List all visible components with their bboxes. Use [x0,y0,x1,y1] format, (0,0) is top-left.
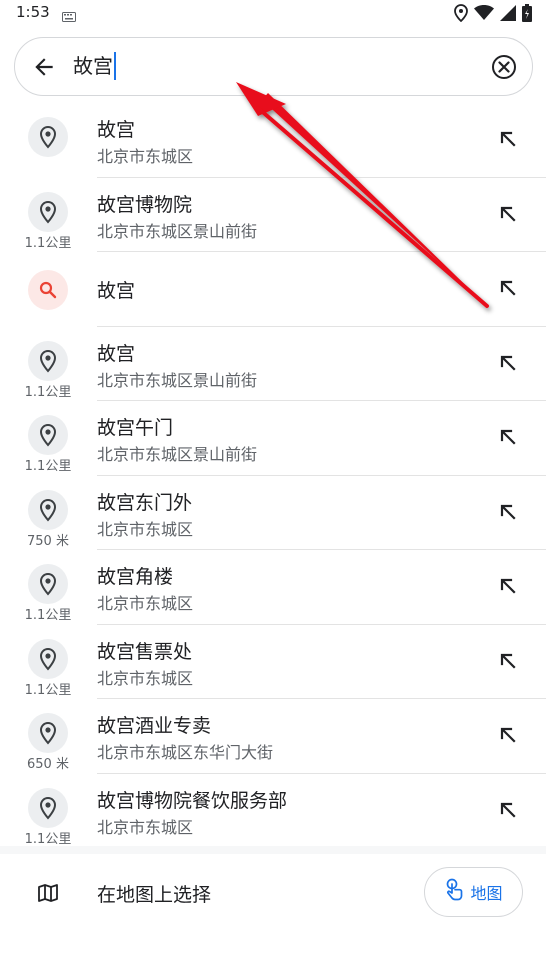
choose-on-map-row[interactable]: 在地图上选择 地图 [0,854,546,934]
suggestion-title: 故宫 [97,119,136,141]
suggestion-row[interactable]: 750 米 故宫东门外北京市东城区 [0,476,546,551]
suggestion-text: 故宫博物院餐饮服务部 北京市东城区 [97,774,546,849]
distance-label: 1.1公里 [24,608,72,623]
suggestion-text: 故宫博物院北京市东城区景山前街 [97,178,546,252]
suggestion-icon-column [0,252,96,327]
battery-charging-icon [522,4,532,26]
suggestion-icon-column [0,103,96,178]
suggestion-row[interactable]: 1.1公里 故宫北京市东城区景山前街 [0,327,546,402]
search-bar[interactable]: 故宫 [14,37,533,96]
fill-query-arrow-icon[interactable] [496,276,520,300]
place-pin-icon [28,638,68,679]
suggestion-row[interactable]: 1.1公里 故宫午门北京市东城区景山前街 [0,401,546,476]
status-time: 1:53 [16,3,50,21]
search-input[interactable]: 故宫 [73,51,116,81]
distance-label: 1.1公里 [24,384,72,400]
suggestion-row[interactable]: 故宫 [0,252,546,327]
suggestion-text: 故宫 北京市东城区 [97,103,546,178]
suggestion-address: 北京市东城区景山前街 [97,221,258,241]
suggestion-list: 故宫 北京市东城区 1.1公里 故宫博物院 北京市东城区景山前街 故宫 1.1公里 故宫 北京市… [0,103,546,848]
fill-query-arrow-icon[interactable] [496,798,520,822]
suggestion-address: 北京市东城区 [97,147,194,166]
distance-label: 650 米 [27,757,69,772]
suggestion-title: 故宫东门外 [97,491,193,514]
place-pin-icon [28,787,68,828]
suggestion-title: 故宫 [97,342,136,365]
suggestion-icon-column: 1.1公里 [0,178,96,253]
place-pin-icon [28,564,68,604]
suggestion-text: 故宫东门外北京市东城区 [97,476,546,550]
status-bar: 1:53 [0,0,546,26]
suggestion-text: 故宫北京市东城区景山前街 [97,327,546,401]
suggestion-address: 北京市东城区 [97,519,194,539]
fill-query-arrow-icon[interactable] [496,425,520,449]
distance-label: 1.1公里 [24,682,72,698]
suggestion-title: 故宫午门 [97,417,174,439]
keyboard-icon [62,7,76,26]
suggestion-icon-column: 1.1公里 [0,401,96,476]
suggestion-row[interactable]: 1.1公里 故宫博物院餐饮服务部 北京市东城区 [0,774,546,849]
fill-query-arrow-icon[interactable] [496,574,520,598]
place-pin-icon [28,489,68,530]
place-pin-icon [28,415,68,455]
fill-query-arrow-icon[interactable] [496,723,520,747]
place-pin-icon [28,713,68,753]
fill-query-arrow-icon[interactable] [496,202,520,226]
place-pin-icon [28,117,68,157]
suggestion-row[interactable]: 1.1公里 故宫博物院北京市东城区景山前街 [0,178,546,253]
suggestion-address: 北京市东城区景山前街 [97,370,258,390]
map-icon [36,881,60,905]
suggestion-row[interactable]: 故宫 北京市东城区 [0,103,546,178]
suggestion-address: 北京市东城区 [97,668,194,688]
text-caret [114,52,116,80]
arrow-back-icon[interactable] [31,54,57,80]
suggestion-address: 北京市东城区景山前街 [97,445,258,464]
distance-label: 1.1公里 [24,235,72,251]
location-icon [454,4,468,26]
suggestion-address: 北京市东城区东华门大街 [97,743,274,762]
suggestion-title: 故宫售票处 [97,640,193,663]
search-query: 故宫 [73,54,113,78]
suggestion-icon-column: 750 米 [0,476,96,551]
suggestion-text: 故宫午门北京市东城区景山前街 [97,401,546,476]
suggestion-row[interactable]: 1.1公里 故宫售票处北京市东城区 [0,625,546,700]
distance-label: 750 米 [27,533,69,549]
search-icon [28,270,68,310]
suggestion-icon-column: 650 米 [0,699,96,774]
touch-hand-icon [444,878,464,906]
distance-label: 1.1公里 [24,831,72,847]
suggestion-address: 北京市东城区 [97,594,194,613]
fill-query-arrow-icon[interactable] [496,351,520,375]
suggestion-text: 故宫 [97,252,546,327]
fill-query-arrow-icon[interactable] [496,500,520,524]
map-button[interactable]: 地图 [424,867,523,917]
suggestion-icon-column: 1.1公里 [0,327,96,402]
wifi-icon [474,5,494,25]
fill-query-arrow-icon[interactable] [496,649,520,673]
map-button-label: 地图 [470,884,503,903]
suggestion-title: 故宫角楼 [97,566,174,588]
suggestion-title: 故宫博物院 [97,193,193,216]
choose-on-map-label: 在地图上选择 [97,884,212,906]
distance-label: 1.1公里 [24,459,72,474]
clear-circle-icon[interactable] [490,53,518,81]
suggestion-text: 故宫售票处北京市东城区 [97,625,546,699]
suggestion-title: 故宫 [97,280,136,302]
place-pin-icon [28,340,68,381]
footer-divider [0,846,546,854]
fill-query-arrow-icon[interactable] [496,127,520,151]
suggestion-icon-column: 1.1公里 [0,774,96,849]
suggestion-text: 故宫酒业专卖北京市东城区东华门大街 [97,699,546,774]
suggestion-icon-column: 1.1公里 [0,625,96,700]
suggestion-title: 故宫博物院餐饮服务部 [97,789,288,812]
suggestion-text: 故宫角楼北京市东城区 [97,550,546,625]
signal-icon [500,5,516,25]
suggestion-row[interactable]: 1.1公里 故宫角楼北京市东城区 [0,550,546,625]
suggestion-title: 故宫酒业专卖 [97,715,212,737]
suggestion-address: 北京市东城区 [97,817,194,837]
suggestion-row[interactable]: 650 米 故宫酒业专卖北京市东城区东华门大街 [0,699,546,774]
place-pin-icon [28,191,68,232]
suggestion-icon-column: 1.1公里 [0,550,96,625]
